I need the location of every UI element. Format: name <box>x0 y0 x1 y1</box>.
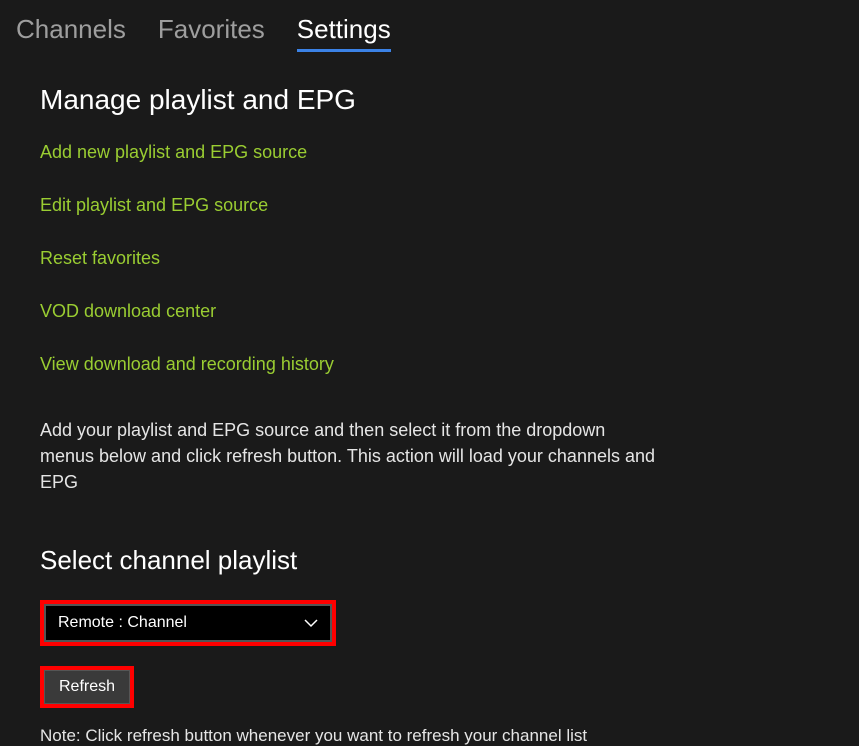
link-reset-favorites[interactable]: Reset favorites <box>40 248 819 269</box>
link-view-history[interactable]: View download and recording history <box>40 354 819 375</box>
dropdown-highlight: Remote : Channel <box>40 600 336 646</box>
tab-settings[interactable]: Settings <box>297 14 391 52</box>
tab-channels[interactable]: Channels <box>16 14 126 52</box>
section-title-select: Select channel playlist <box>40 545 819 576</box>
refresh-highlight: Refresh <box>40 666 134 708</box>
settings-content: Manage playlist and EPG Add new playlist… <box>0 62 859 746</box>
refresh-note: Note: Click refresh button whenever you … <box>40 726 819 746</box>
refresh-button[interactable]: Refresh <box>44 670 130 704</box>
description-text: Add your playlist and EPG source and the… <box>40 417 660 495</box>
channel-playlist-dropdown[interactable]: Remote : Channel <box>44 604 332 642</box>
section-title-manage: Manage playlist and EPG <box>40 84 819 116</box>
link-vod-center[interactable]: VOD download center <box>40 301 819 322</box>
tab-favorites[interactable]: Favorites <box>158 14 265 52</box>
dropdown-value: Remote : Channel <box>58 614 187 632</box>
link-edit-source[interactable]: Edit playlist and EPG source <box>40 195 819 216</box>
chevron-down-icon <box>304 616 318 630</box>
link-add-source[interactable]: Add new playlist and EPG source <box>40 142 819 163</box>
tab-bar: Channels Favorites Settings <box>0 0 859 62</box>
